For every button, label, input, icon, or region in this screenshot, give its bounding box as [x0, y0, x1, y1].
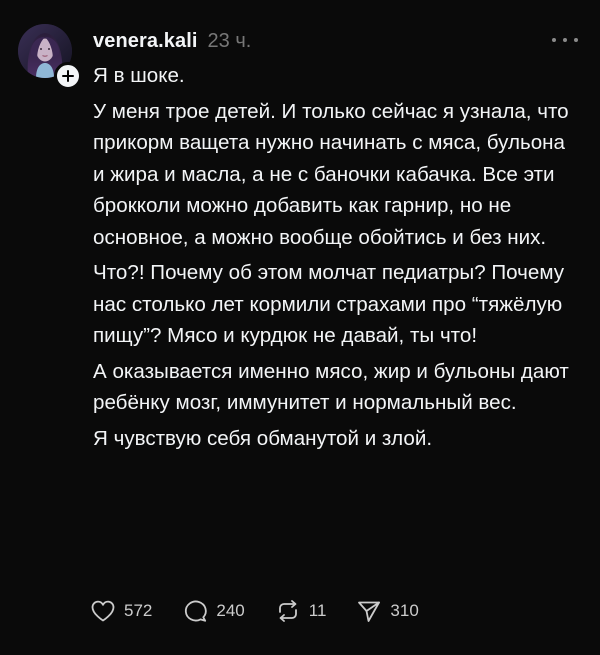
comment-button[interactable]: 240	[182, 599, 245, 623]
comment-count: 240	[216, 601, 245, 620]
post-timestamp[interactable]: 23 ч.	[208, 30, 252, 53]
like-count: 572	[124, 601, 153, 620]
repost-button[interactable]: 11	[275, 599, 327, 623]
more-horizontal-icon-dot	[574, 38, 578, 42]
more-horizontal-icon-dot	[563, 38, 567, 42]
avatar-container[interactable]	[18, 24, 82, 90]
follow-button[interactable]	[54, 62, 82, 90]
post-paragraph: А оказывается именно мясо, жир и бульоны…	[93, 359, 569, 415]
more-options-button[interactable]	[552, 30, 578, 50]
post-header: venera.kali 23 ч.	[93, 26, 251, 56]
thread-post: venera.kali 23 ч. Я в шоке. У меня трое …	[0, 0, 600, 655]
post-actions: 572 240 11 310	[90, 596, 449, 626]
repost-count: 11	[308, 601, 327, 620]
post-paragraph: Что?! Почему об этом молчат педиатры? По…	[93, 261, 565, 347]
send-icon	[358, 601, 381, 622]
post-body: Я в шоке. У меня трое детей. И только се…	[93, 60, 578, 458]
plus-icon	[62, 70, 74, 82]
like-button[interactable]: 572	[90, 599, 152, 623]
username-link[interactable]: venera.kali	[93, 30, 198, 53]
repost-icon	[278, 600, 297, 622]
more-horizontal-icon-dot	[552, 38, 556, 42]
share-count: 310	[390, 601, 419, 620]
heart-icon	[91, 600, 115, 622]
speech-bubble-icon	[185, 600, 208, 622]
post-paragraph: Я чувствую себя обманутой и злой.	[93, 426, 433, 450]
share-button[interactable]: 310	[356, 599, 419, 623]
post-paragraph: У меня трое детей. И только сейчас я узн…	[93, 99, 569, 249]
post-paragraph: Я в шоке.	[93, 64, 185, 87]
